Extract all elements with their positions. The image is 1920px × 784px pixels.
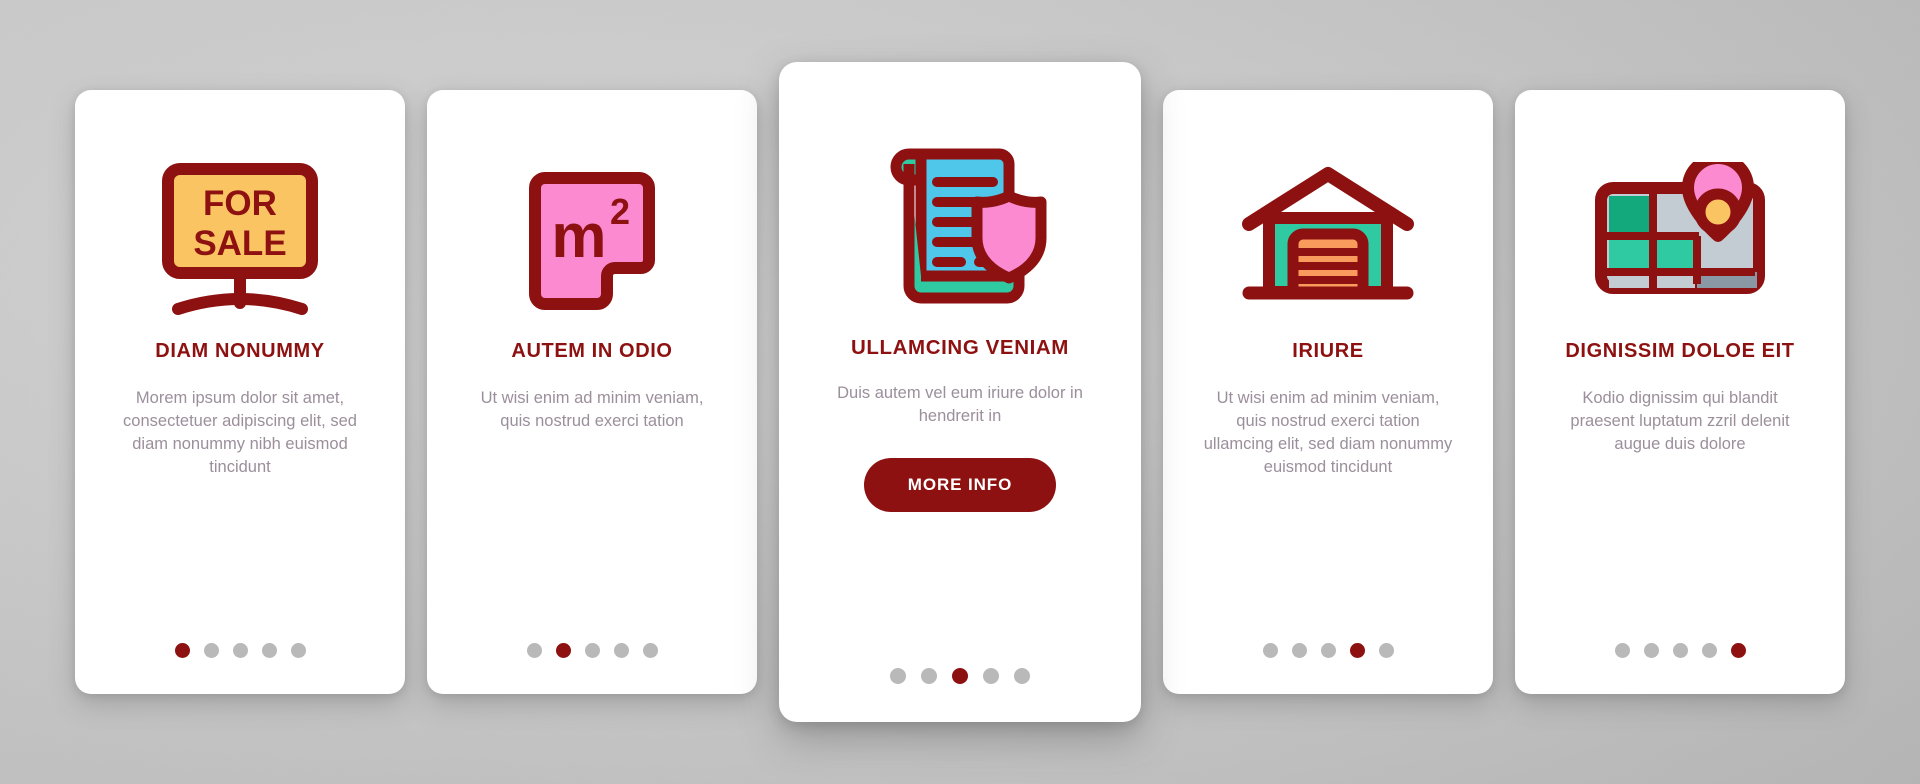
pagination-dot-1[interactable]	[174, 643, 190, 658]
for-sale-line-1: FOR	[203, 184, 277, 223]
onboarding-card-insured-contract[interactable]: ULLAMCING VENIAM Duis autem vel eum iriu…	[779, 62, 1141, 722]
pagination-dot-3[interactable]	[232, 643, 248, 658]
card-title: DIAM NONUMMY	[155, 340, 325, 362]
pagination-dot-2[interactable]	[203, 643, 219, 658]
pagination-dot-3[interactable]	[1320, 643, 1336, 658]
pagination-dots	[75, 643, 405, 658]
pagination-dot-2[interactable]	[555, 643, 571, 658]
pagination-dots	[1515, 643, 1845, 658]
pagination-dot-5[interactable]	[1014, 668, 1030, 684]
card-title: DIGNISSIM DOLOE EIT	[1565, 340, 1795, 362]
card-body-text: Kodio dignissim qui blandit praesent lup…	[1570, 389, 1790, 453]
card-body-text: Ut wisi enim ad minim veniam, quis nostr…	[1203, 389, 1453, 476]
for-sale-sign-icon: FOR SALE	[101, 142, 379, 332]
pagination-dots	[1163, 643, 1493, 658]
card-body-text: Ut wisi enim ad minim veniam, quis nostr…	[480, 389, 704, 430]
for-sale-line-2: SALE	[193, 224, 286, 263]
card-body-text: Morem ipsum dolor sit amet, consectetuer…	[123, 389, 357, 476]
pagination-dot-5[interactable]	[290, 643, 306, 658]
pagination-dot-1[interactable]	[1614, 643, 1630, 658]
square-meters-icon: m 2	[453, 142, 731, 332]
pagination-dot-3[interactable]	[952, 668, 968, 684]
pagination-dot-2[interactable]	[1643, 643, 1659, 658]
pagination-dot-4[interactable]	[983, 668, 999, 684]
svg-text:m: m	[551, 202, 606, 271]
onboarding-card-garage[interactable]: IRIURE Ut wisi enim ad minim veniam, qui…	[1163, 90, 1493, 694]
card-title: ULLAMCING VENIAM	[850, 336, 1069, 359]
pagination-dot-1[interactable]	[890, 668, 906, 684]
onboarding-card-for-sale[interactable]: FOR SALE DIAM NONUMMY Morem ipsum dolor …	[75, 90, 405, 694]
pagination-dots	[779, 668, 1141, 684]
pagination-dot-2[interactable]	[921, 668, 937, 684]
pagination-dot-4[interactable]	[613, 643, 629, 658]
card-title: IRIURE	[1292, 340, 1364, 362]
pagination-dot-4[interactable]	[1349, 643, 1365, 658]
pagination-dot-5[interactable]	[1378, 643, 1394, 658]
pagination-dot-1[interactable]	[526, 643, 542, 658]
pagination-dot-4[interactable]	[1701, 643, 1717, 658]
card-body-text: Duis autem vel eum iriure dolor in hendr…	[837, 384, 1083, 425]
onboarding-card-row: FOR SALE DIAM NONUMMY Morem ipsum dolor …	[0, 0, 1920, 784]
svg-text:2: 2	[610, 191, 630, 232]
card-title: AUTEM IN ODIO	[511, 340, 673, 362]
pagination-dot-3[interactable]	[584, 643, 600, 658]
map-location-pin-icon	[1541, 142, 1819, 332]
pagination-dot-5[interactable]	[1730, 643, 1746, 658]
pagination-dots	[427, 643, 757, 658]
more-info-button[interactable]: MORE INFO	[863, 458, 1057, 512]
pagination-dot-4[interactable]	[261, 643, 277, 658]
onboarding-card-square-meters[interactable]: m 2 AUTEM IN ODIO Ut wisi enim ad minim …	[427, 90, 757, 694]
pagination-dot-5[interactable]	[642, 643, 658, 658]
pagination-dot-2[interactable]	[1291, 643, 1307, 658]
pagination-dot-3[interactable]	[1672, 643, 1688, 658]
garage-house-icon	[1189, 142, 1467, 332]
onboarding-card-map-location[interactable]: DIGNISSIM DOLOE EIT Kodio dignissim qui …	[1515, 90, 1845, 694]
pagination-dot-1[interactable]	[1262, 643, 1278, 658]
contract-shield-icon	[805, 120, 1115, 332]
